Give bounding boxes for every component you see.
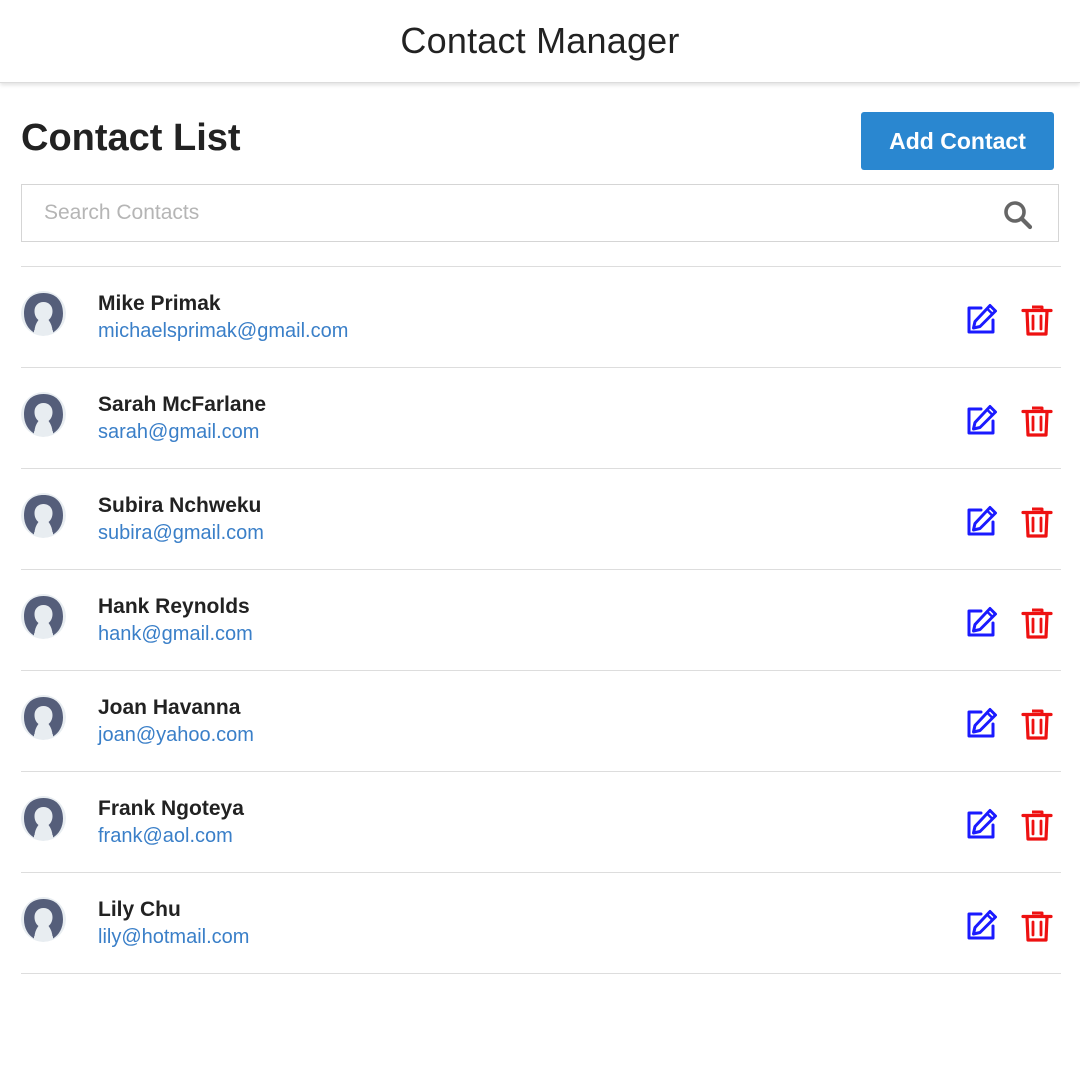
edit-contact-button[interactable]	[961, 905, 1001, 945]
delete-contact-button[interactable]	[1017, 501, 1057, 541]
contact-name: Hank Reynolds	[98, 595, 250, 618]
delete-contact-button[interactable]	[1017, 299, 1057, 339]
contact-email[interactable]: sarah@gmail.com	[98, 419, 259, 445]
app-header: Contact Manager	[0, 0, 1080, 83]
contact-row: Frank Ngoteya frank@aol.com	[21, 772, 1061, 873]
delete-contact-button[interactable]	[1017, 602, 1057, 642]
user-avatar-icon	[21, 695, 66, 740]
user-avatar-icon	[21, 594, 66, 639]
contact-row: Hank Reynolds hank@gmail.com	[21, 570, 1061, 671]
user-avatar-icon	[21, 392, 66, 437]
search-icon[interactable]	[1002, 199, 1034, 231]
trash-icon	[1017, 504, 1057, 540]
add-contact-button[interactable]: Add Contact	[861, 112, 1054, 170]
contact-row: Joan Havanna joan@yahoo.com	[21, 671, 1061, 772]
user-avatar-icon	[21, 796, 66, 841]
trash-icon	[1017, 706, 1057, 742]
edit-icon	[961, 908, 1001, 944]
contact-name: Lily Chu	[98, 898, 181, 921]
user-avatar-icon	[21, 897, 66, 942]
edit-icon	[961, 302, 1001, 338]
search-box	[21, 184, 1059, 242]
contact-row: Sarah McFarlane sarah@gmail.com	[21, 368, 1061, 469]
edit-contact-button[interactable]	[961, 501, 1001, 541]
edit-contact-button[interactable]	[961, 703, 1001, 743]
contact-row: Subira Nchweku subira@gmail.com	[21, 469, 1061, 570]
edit-icon	[961, 403, 1001, 439]
edit-contact-button[interactable]	[961, 602, 1001, 642]
user-avatar-icon	[21, 493, 66, 538]
delete-contact-button[interactable]	[1017, 400, 1057, 440]
edit-icon	[961, 605, 1001, 641]
edit-contact-button[interactable]	[961, 400, 1001, 440]
user-avatar-icon	[21, 291, 66, 336]
contact-email[interactable]: hank@gmail.com	[98, 621, 253, 647]
edit-icon	[961, 706, 1001, 742]
contact-row: Lily Chu lily@hotmail.com	[21, 873, 1061, 974]
edit-icon	[961, 504, 1001, 540]
trash-icon	[1017, 605, 1057, 641]
delete-contact-button[interactable]	[1017, 905, 1057, 945]
contact-email[interactable]: joan@yahoo.com	[98, 722, 254, 748]
contact-name: Mike Primak	[98, 292, 221, 315]
trash-icon	[1017, 302, 1057, 338]
contact-name: Sarah McFarlane	[98, 393, 267, 416]
edit-contact-button[interactable]	[961, 804, 1001, 844]
edit-icon	[961, 807, 1001, 843]
contact-email[interactable]: lily@hotmail.com	[98, 924, 249, 950]
contact-email[interactable]: frank@aol.com	[98, 823, 233, 849]
contact-list: Mike Primak michaelsprimak@gmail.com Sar…	[21, 266, 1061, 974]
trash-icon	[1017, 908, 1057, 944]
delete-contact-button[interactable]	[1017, 703, 1057, 743]
contact-email[interactable]: subira@gmail.com	[98, 520, 264, 546]
trash-icon	[1017, 403, 1057, 439]
page-title: Contact List	[21, 117, 241, 159]
delete-contact-button[interactable]	[1017, 804, 1057, 844]
contact-row: Mike Primak michaelsprimak@gmail.com	[21, 267, 1061, 368]
edit-contact-button[interactable]	[961, 299, 1001, 339]
contact-email[interactable]: michaelsprimak@gmail.com	[98, 318, 348, 344]
search-input[interactable]	[22, 185, 982, 241]
contact-name: Subira Nchweku	[98, 494, 262, 517]
contact-name: Frank Ngoteya	[98, 797, 244, 820]
trash-icon	[1017, 807, 1057, 843]
app-title: Contact Manager	[400, 20, 680, 61]
contact-name: Joan Havanna	[98, 696, 241, 719]
